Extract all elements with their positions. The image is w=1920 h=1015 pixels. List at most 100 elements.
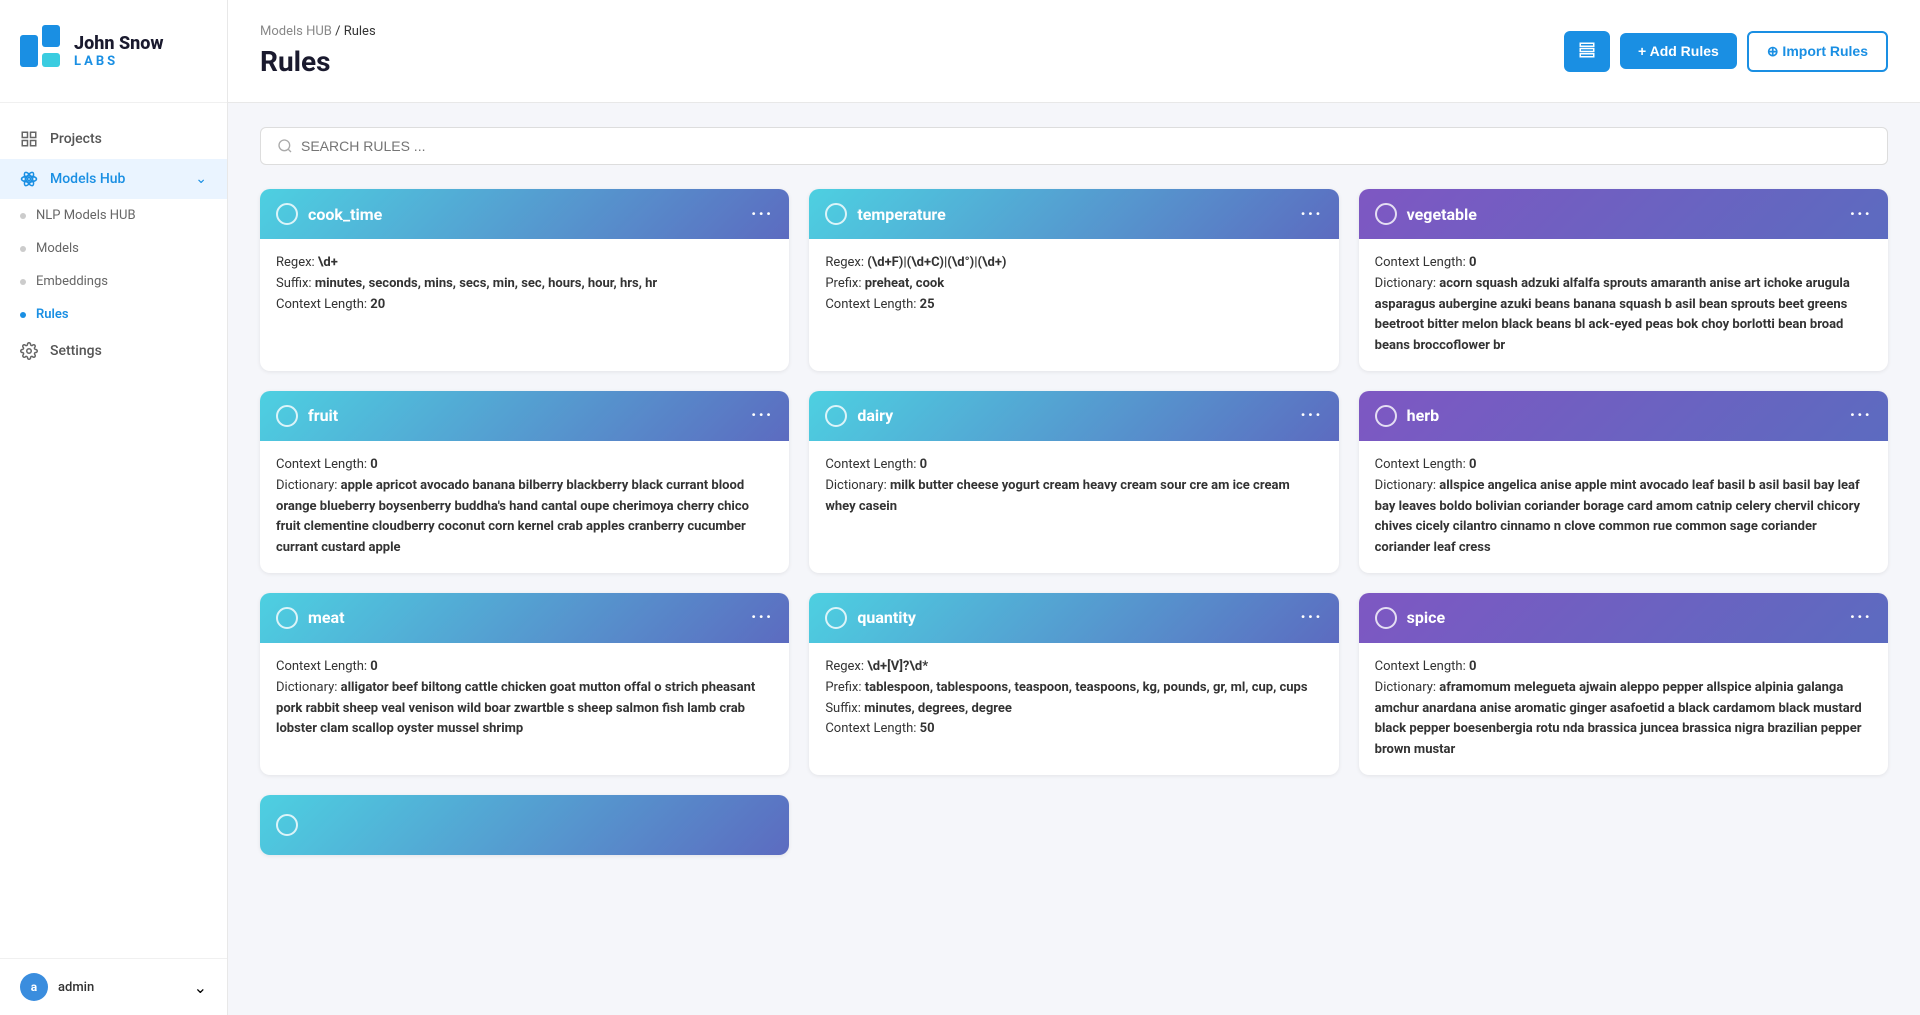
user-info: a admin xyxy=(20,973,94,1001)
grid-icon xyxy=(20,130,38,148)
card-header-left: quantity xyxy=(825,607,916,629)
card-body-herb: Context Length: 0Dictionary: allspice an… xyxy=(1359,441,1888,573)
card-menu-button[interactable]: ··· xyxy=(751,204,773,225)
rule-card-quantity: quantity ··· Regex: \d+[V]?\d*Prefix: ta… xyxy=(809,593,1338,775)
card-body-vegetable: Context Length: 0Dictionary: acorn squas… xyxy=(1359,239,1888,371)
card-body-temperature: Regex: (\d+F)|(\d+C)|(\d°)|(\d+)Prefix: … xyxy=(809,239,1338,359)
card-field: Regex: (\d+F)|(\d+C)|(\d°)|(\d+) xyxy=(825,253,1322,274)
username-label: admin xyxy=(58,980,94,995)
sidebar-item-nlp-models[interactable]: NLP Models HUB xyxy=(0,199,227,232)
card-field: Context Length: 20 xyxy=(276,295,773,316)
logo-icon xyxy=(20,25,64,77)
list-view-button[interactable] xyxy=(1564,31,1610,72)
sidebar-item-settings-label: Settings xyxy=(50,343,102,359)
card-menu-button[interactable]: ··· xyxy=(1300,204,1322,225)
avatar: a xyxy=(20,973,48,1001)
card-menu-button[interactable]: ··· xyxy=(751,405,773,426)
add-rules-button[interactable]: + Add Rules xyxy=(1620,33,1737,69)
rule-card-partial xyxy=(260,795,789,855)
import-rules-button[interactable]: ⊕ Import Rules xyxy=(1747,31,1888,72)
card-status-circle-partial xyxy=(276,814,298,836)
card-header-left: vegetable xyxy=(1375,203,1477,225)
card-header-quantity: quantity ··· xyxy=(809,593,1338,643)
card-status-circle xyxy=(825,203,847,225)
search-input[interactable] xyxy=(301,138,1871,154)
card-body-meat: Context Length: 0Dictionary: alligator b… xyxy=(260,643,789,763)
card-status-circle xyxy=(1375,607,1397,629)
card-title: quantity xyxy=(857,608,916,627)
card-title: dairy xyxy=(857,406,893,425)
card-body-spice: Context Length: 0Dictionary: aframomum m… xyxy=(1359,643,1888,775)
card-body-quantity: Regex: \d+[V]?\d*Prefix: tablespoon, tab… xyxy=(809,643,1338,763)
logo-area: John Snow LABS xyxy=(0,0,227,103)
card-menu-button[interactable]: ··· xyxy=(1850,204,1872,225)
card-title: cook_time xyxy=(308,205,382,224)
card-header-meat: meat ··· xyxy=(260,593,789,643)
breadcrumb-separator: / Rules xyxy=(335,24,376,39)
sidebar: John Snow LABS Projects Models Hub ⌄ NLP… xyxy=(0,0,228,1015)
card-field: Suffix: minutes, degrees, degree xyxy=(825,699,1322,720)
sidebar-item-projects[interactable]: Projects xyxy=(0,119,227,159)
page-title: Rules xyxy=(260,45,376,78)
sidebar-item-models-hub[interactable]: Models Hub ⌄ xyxy=(0,159,227,199)
card-field: Context Length: 0 xyxy=(1375,253,1872,274)
card-header-left: temperature xyxy=(825,203,945,225)
card-header-fruit: fruit ··· xyxy=(260,391,789,441)
card-title: fruit xyxy=(308,406,338,425)
sidebar-item-projects-label: Projects xyxy=(50,131,102,147)
card-header-left: cook_time xyxy=(276,203,382,225)
card-body-cook_time: Regex: \d+Suffix: minutes, seconds, mins… xyxy=(260,239,789,359)
topbar-actions: + Add Rules ⊕ Import Rules xyxy=(1564,31,1888,72)
card-header-left: fruit xyxy=(276,405,338,427)
breadcrumb: Models HUB / Rules xyxy=(260,24,376,39)
card-field: Context Length: 0 xyxy=(276,657,773,678)
card-menu-button[interactable]: ··· xyxy=(751,607,773,628)
card-field: Dictionary: allspice angelica anise appl… xyxy=(1375,476,1872,559)
sidebar-item-embeddings[interactable]: Embeddings xyxy=(0,265,227,298)
card-status-circle xyxy=(276,203,298,225)
card-menu-button[interactable]: ··· xyxy=(1850,607,1872,628)
card-field: Dictionary: milk butter cheese yogurt cr… xyxy=(825,476,1322,518)
sidebar-item-settings[interactable]: Settings xyxy=(0,331,227,371)
main-area: Models HUB / Rules Rules + Add Rules ⊕ I… xyxy=(228,0,1920,1015)
card-header-left-partial xyxy=(276,814,298,836)
user-menu[interactable]: a admin ⌄ xyxy=(0,958,227,1015)
card-field: Dictionary: alligator beef biltong cattl… xyxy=(276,678,773,740)
search-bar[interactable] xyxy=(260,127,1888,165)
list-view-icon xyxy=(1578,41,1596,59)
card-title: meat xyxy=(308,608,344,627)
sidebar-item-models-hub-label: Models Hub xyxy=(50,171,125,187)
card-field: Dictionary: acorn squash adzuki alfalfa … xyxy=(1375,274,1872,357)
card-title: herb xyxy=(1407,406,1439,425)
rule-card-fruit: fruit ··· Context Length: 0Dictionary: a… xyxy=(260,391,789,573)
rule-card-temperature: temperature ··· Regex: (\d+F)|(\d+C)|(\d… xyxy=(809,189,1338,371)
rules-grid: cook_time ··· Regex: \d+Suffix: minutes,… xyxy=(260,189,1888,855)
card-title: temperature xyxy=(857,205,945,224)
card-header-herb: herb ··· xyxy=(1359,391,1888,441)
card-title: vegetable xyxy=(1407,205,1477,224)
sidebar-item-models[interactable]: Models xyxy=(0,232,227,265)
card-field: Context Length: 0 xyxy=(825,455,1322,476)
sidebar-item-rules[interactable]: Rules xyxy=(0,298,227,331)
card-field: Prefix: tablespoon, tablespoons, teaspoo… xyxy=(825,678,1322,699)
rule-card-vegetable: vegetable ··· Context Length: 0Dictionar… xyxy=(1359,189,1888,371)
card-status-circle xyxy=(276,607,298,629)
card-menu-button[interactable]: ··· xyxy=(1300,607,1322,628)
breadcrumb-parent[interactable]: Models HUB xyxy=(260,24,332,39)
card-field: Suffix: minutes, seconds, mins, secs, mi… xyxy=(276,274,773,295)
card-menu-button[interactable]: ··· xyxy=(1300,405,1322,426)
card-field: Context Length: 0 xyxy=(276,455,773,476)
rule-card-meat: meat ··· Context Length: 0Dictionary: al… xyxy=(260,593,789,775)
search-icon xyxy=(277,138,293,154)
card-header-partial xyxy=(260,795,789,855)
rule-card-spice: spice ··· Context Length: 0Dictionary: a… xyxy=(1359,593,1888,775)
topbar: Models HUB / Rules Rules + Add Rules ⊕ I… xyxy=(228,0,1920,103)
card-header-left: meat xyxy=(276,607,344,629)
chevron-up-icon: ⌄ xyxy=(195,171,207,187)
card-header-left: herb xyxy=(1375,405,1439,427)
card-field: Context Length: 50 xyxy=(825,719,1322,740)
card-header-spice: spice ··· xyxy=(1359,593,1888,643)
card-body-dairy: Context Length: 0Dictionary: milk butter… xyxy=(809,441,1338,561)
card-header-dairy: dairy ··· xyxy=(809,391,1338,441)
card-menu-button[interactable]: ··· xyxy=(1850,405,1872,426)
